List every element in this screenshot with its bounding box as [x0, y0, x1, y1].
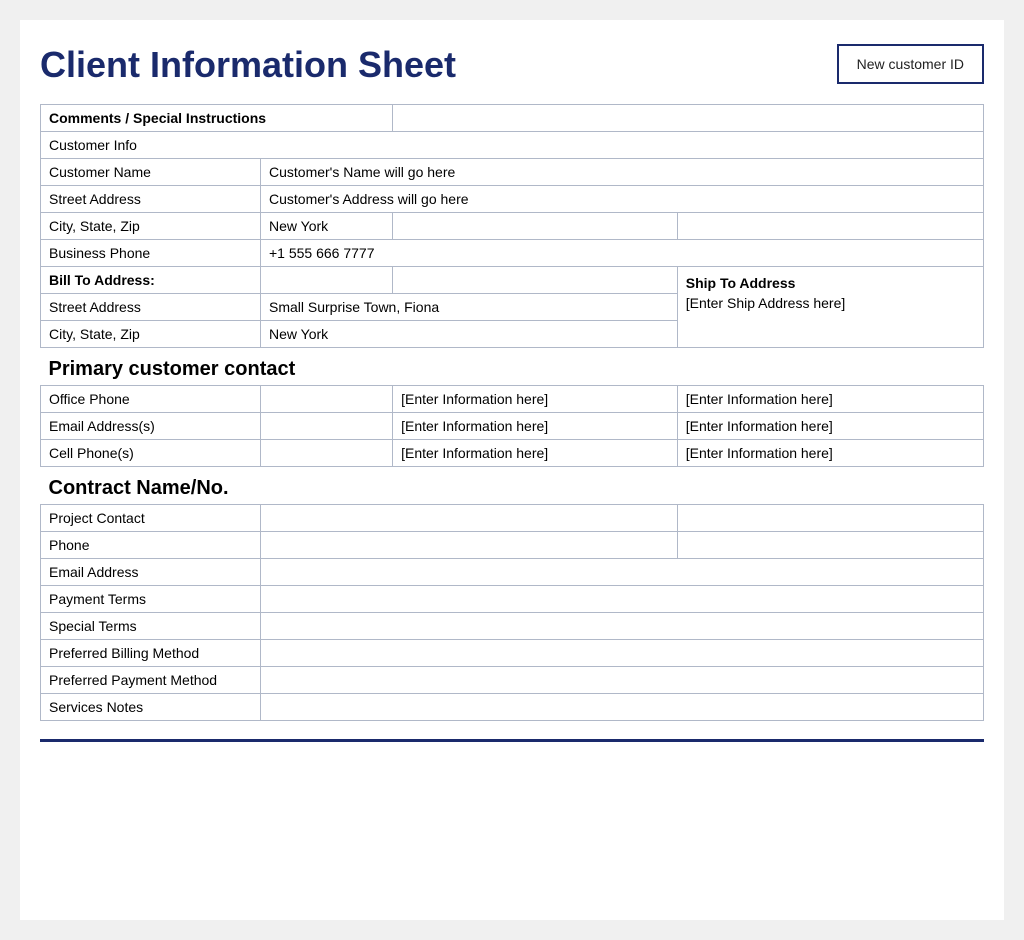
- email-address-row: Email Address(s) [Enter Information here…: [41, 413, 984, 440]
- project-contact-value[interactable]: [261, 505, 678, 532]
- bill-to-street-label: Street Address: [41, 294, 261, 321]
- business-phone-row: Business Phone +1 555 666 7777: [41, 240, 984, 267]
- cell-phone-row: Cell Phone(s) [Enter Information here] […: [41, 440, 984, 467]
- project-contact-label: Project Contact: [41, 505, 261, 532]
- cell-phone-label: Cell Phone(s): [41, 440, 261, 467]
- business-phone-value[interactable]: +1 555 666 7777: [261, 240, 984, 267]
- city-state-zip-value[interactable]: New York: [261, 213, 393, 240]
- preferred-billing-value[interactable]: [261, 640, 984, 667]
- contract-heading: Contract Name/No.: [41, 467, 984, 505]
- preferred-billing-row: Preferred Billing Method: [41, 640, 984, 667]
- primary-contact-heading-row: Primary customer contact: [41, 348, 984, 386]
- special-terms-row: Special Terms: [41, 613, 984, 640]
- customer-info-header-row: Customer Info: [41, 132, 984, 159]
- contract-heading-row: Contract Name/No.: [41, 467, 984, 505]
- email-value[interactable]: [261, 559, 984, 586]
- email-address-label: Email Address(s): [41, 413, 261, 440]
- customer-info-section-title: Customer Info: [41, 132, 984, 159]
- email-row: Email Address: [41, 559, 984, 586]
- project-contact-extra[interactable]: [677, 505, 983, 532]
- cell-phone-value2[interactable]: [Enter Information here]: [677, 440, 983, 467]
- special-terms-label: Special Terms: [41, 613, 261, 640]
- phone-label: Phone: [41, 532, 261, 559]
- customer-name-label: Customer Name: [41, 159, 261, 186]
- bill-to-street-value[interactable]: Small Surprise Town, Fiona: [261, 294, 678, 321]
- comments-row: Comments / Special Instructions: [41, 105, 984, 132]
- office-phone-value2[interactable]: [Enter Information here]: [677, 386, 983, 413]
- phone-extra[interactable]: [677, 532, 983, 559]
- street-address-row: Street Address Customer's Address will g…: [41, 186, 984, 213]
- primary-contact-heading: Primary customer contact: [41, 348, 984, 386]
- customer-name-row: Customer Name Customer's Name will go he…: [41, 159, 984, 186]
- bill-to-city-value[interactable]: New York: [261, 321, 678, 348]
- cell-phone-empty[interactable]: [261, 440, 393, 467]
- city-state-zip-extra2[interactable]: [677, 213, 983, 240]
- cell-phone-value1[interactable]: [Enter Information here]: [393, 440, 678, 467]
- ship-to-label: Ship To Address: [686, 275, 975, 291]
- phone-row: Phone: [41, 532, 984, 559]
- ship-to-value[interactable]: [Enter Ship Address here]: [686, 295, 975, 311]
- payment-terms-label: Payment Terms: [41, 586, 261, 613]
- comments-value[interactable]: [393, 105, 984, 132]
- special-terms-value[interactable]: [261, 613, 984, 640]
- bill-to-label: Bill To Address:: [41, 267, 261, 294]
- project-contact-row: Project Contact: [41, 505, 984, 532]
- email-address-value2[interactable]: [Enter Information here]: [677, 413, 983, 440]
- office-phone-label: Office Phone: [41, 386, 261, 413]
- bottom-divider: [40, 739, 984, 742]
- city-state-zip-label: City, State, Zip: [41, 213, 261, 240]
- office-phone-row: Office Phone [Enter Information here] [E…: [41, 386, 984, 413]
- city-state-zip-extra1[interactable]: [393, 213, 678, 240]
- phone-value[interactable]: [261, 532, 678, 559]
- bill-to-city-label: City, State, Zip: [41, 321, 261, 348]
- city-state-zip-row: City, State, Zip New York: [41, 213, 984, 240]
- ship-to-block: Ship To Address [Enter Ship Address here…: [677, 267, 983, 348]
- email-label: Email Address: [41, 559, 261, 586]
- preferred-payment-value[interactable]: [261, 667, 984, 694]
- bill-ship-header-row: Bill To Address: Ship To Address [Enter …: [41, 267, 984, 294]
- street-address-label: Street Address: [41, 186, 261, 213]
- street-address-value[interactable]: Customer's Address will go here: [261, 186, 984, 213]
- main-table: Comments / Special Instructions Customer…: [40, 104, 984, 721]
- payment-terms-value[interactable]: [261, 586, 984, 613]
- email-address-value1[interactable]: [Enter Information here]: [393, 413, 678, 440]
- bill-to-empty2[interactable]: [393, 267, 678, 294]
- payment-terms-row: Payment Terms: [41, 586, 984, 613]
- preferred-payment-label: Preferred Payment Method: [41, 667, 261, 694]
- new-customer-button[interactable]: New customer ID: [837, 44, 984, 84]
- comments-label: Comments / Special Instructions: [41, 105, 393, 132]
- preferred-billing-label: Preferred Billing Method: [41, 640, 261, 667]
- email-address-empty[interactable]: [261, 413, 393, 440]
- page-header: Client Information Sheet New customer ID: [40, 44, 984, 86]
- services-notes-row: Services Notes: [41, 694, 984, 721]
- office-phone-empty[interactable]: [261, 386, 393, 413]
- preferred-payment-row: Preferred Payment Method: [41, 667, 984, 694]
- services-notes-label: Services Notes: [41, 694, 261, 721]
- office-phone-value1[interactable]: [Enter Information here]: [393, 386, 678, 413]
- services-notes-value[interactable]: [261, 694, 984, 721]
- page-title: Client Information Sheet: [40, 44, 456, 86]
- customer-name-value[interactable]: Customer's Name will go here: [261, 159, 984, 186]
- page: Client Information Sheet New customer ID…: [20, 20, 1004, 920]
- business-phone-label: Business Phone: [41, 240, 261, 267]
- bill-to-empty1[interactable]: [261, 267, 393, 294]
